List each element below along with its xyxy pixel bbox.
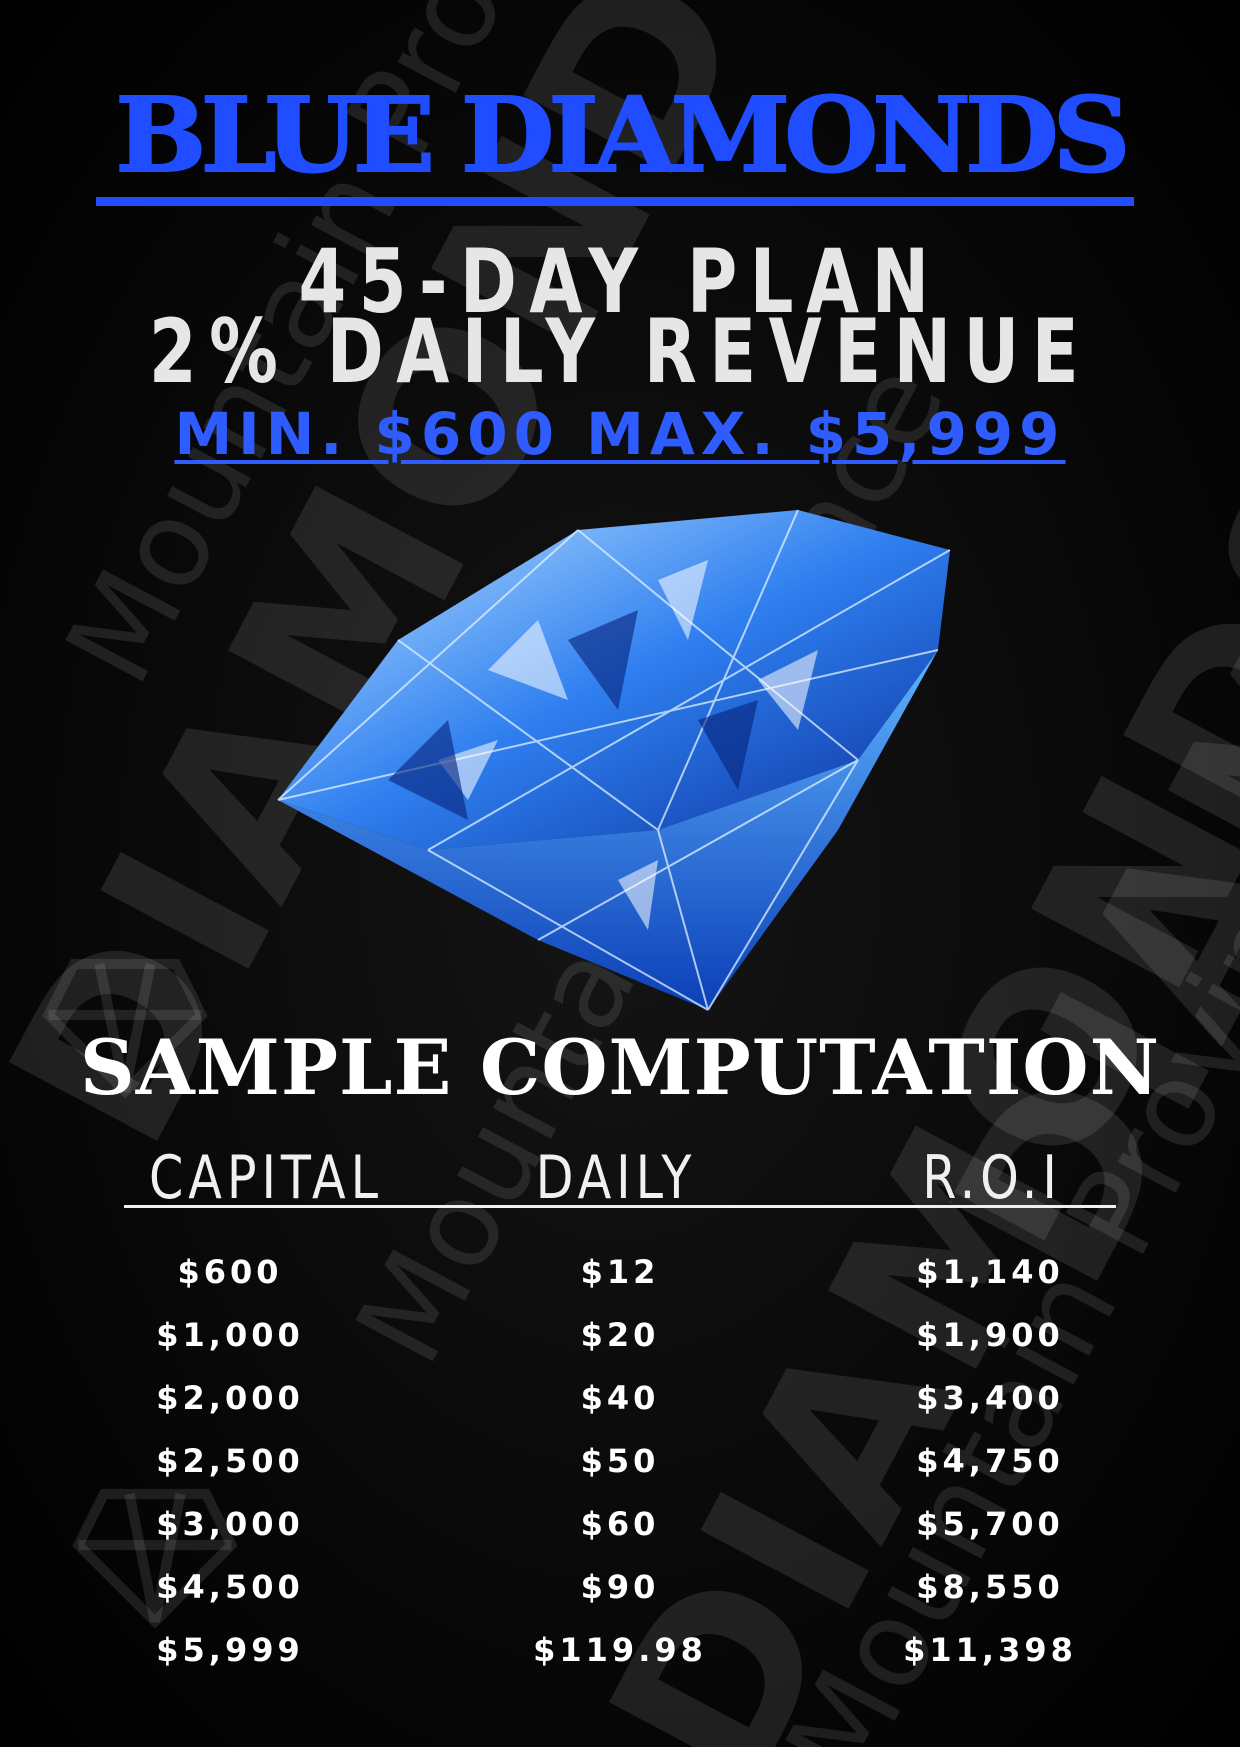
cell-daily: $60 xyxy=(580,1505,660,1543)
cell-capital: $1,000 xyxy=(156,1316,304,1354)
title-underline xyxy=(96,197,1134,206)
cell-capital: $5,999 xyxy=(156,1631,304,1669)
cell-roi: $8,550 xyxy=(916,1568,1064,1606)
cell-daily: $90 xyxy=(580,1568,660,1606)
cell-roi: $4,750 xyxy=(916,1442,1064,1480)
cell-daily: $40 xyxy=(580,1379,660,1417)
section-title: SAMPLE COMPUTATION xyxy=(79,1023,1161,1112)
revenue-heading: 2% DAILY REVENUE xyxy=(148,300,1092,403)
cell-daily: $20 xyxy=(580,1316,660,1354)
cell-capital: $2,500 xyxy=(156,1442,304,1480)
cell-daily: $12 xyxy=(580,1253,660,1291)
cell-capital: $2,000 xyxy=(156,1379,304,1417)
cell-roi: $3,400 xyxy=(916,1379,1064,1417)
cell-capital: $4,500 xyxy=(156,1568,304,1606)
poster: Mountain Province DIAMONDS Mountain Prov… xyxy=(0,0,1240,1747)
column-header-roi: R.O.I xyxy=(922,1143,1062,1213)
page-title: BLUE DIAMONDS xyxy=(114,76,1131,196)
cell-daily: $50 xyxy=(580,1442,660,1480)
cell-capital: $600 xyxy=(177,1253,283,1291)
column-header-daily: DAILY xyxy=(535,1143,697,1213)
cell-daily: $119.98 xyxy=(533,1631,707,1669)
cell-capital: $3,000 xyxy=(156,1505,304,1543)
cell-roi: $5,700 xyxy=(916,1505,1064,1543)
header-divider xyxy=(124,1205,1116,1208)
column-header-capital: CAPITAL xyxy=(149,1143,383,1213)
cell-roi: $1,900 xyxy=(916,1316,1064,1354)
investment-limits: MIN. $600 MAX. $5,999 xyxy=(174,400,1066,468)
blue-diamond-image xyxy=(277,509,951,1011)
cell-roi: $11,398 xyxy=(903,1631,1077,1669)
cell-roi: $1,140 xyxy=(916,1253,1064,1291)
